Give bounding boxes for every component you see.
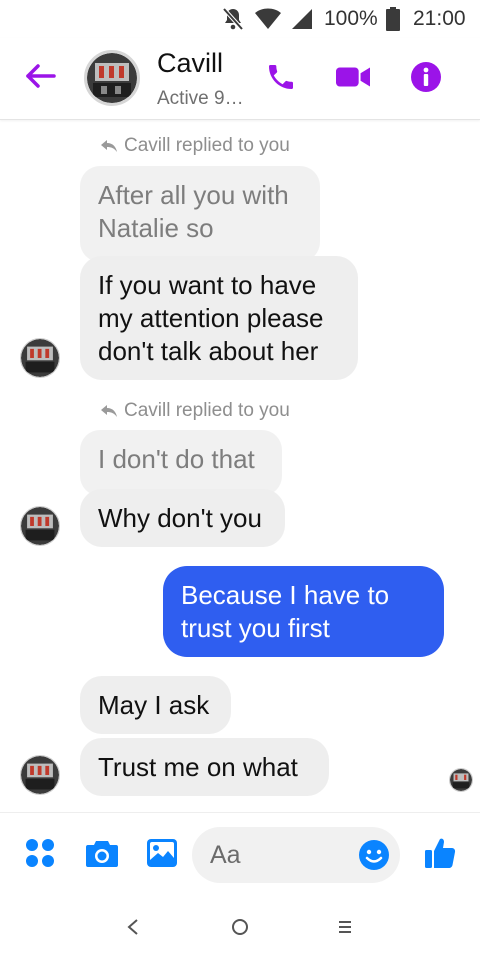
signal-icon (292, 9, 312, 29)
nav-recents-button[interactable] (330, 914, 360, 940)
quoted-message[interactable]: After all you with Natalie so (80, 166, 320, 262)
conversation-info-button[interactable] (409, 60, 443, 94)
like-icon (425, 838, 456, 868)
sender-avatar[interactable] (20, 755, 60, 795)
contact-avatar[interactable] (84, 50, 140, 106)
nav-back-button[interactable] (118, 914, 148, 940)
back-button[interactable] (22, 58, 58, 94)
reply-indicator-text: Cavill replied to you (124, 135, 290, 156)
more-actions-button[interactable] (22, 835, 58, 871)
reply-indicator: Cavill replied to you (100, 400, 290, 422)
reply-indicator: Cavill replied to you (100, 135, 290, 157)
system-navigation-bar (0, 896, 480, 960)
reply-indicator-text: Cavill replied to you (124, 400, 290, 421)
nav-back-icon (127, 919, 138, 935)
incoming-message[interactable]: Trust me on what (80, 738, 329, 796)
outgoing-message[interactable]: Because I have to trust you first (163, 566, 444, 657)
back-arrow-icon (26, 64, 56, 88)
video-icon (336, 67, 370, 87)
status-icons (222, 7, 314, 31)
mute-icon (222, 7, 244, 31)
nav-home-button[interactable] (225, 914, 255, 940)
nav-recents-icon (339, 921, 351, 933)
wifi-icon (255, 8, 281, 29)
nav-home-icon (232, 919, 248, 935)
emoji-icon[interactable] (358, 839, 390, 871)
gallery-button[interactable] (144, 835, 180, 871)
message-input-placeholder: Aa (210, 841, 241, 869)
incoming-message[interactable]: May I ask (80, 676, 231, 734)
camera-button[interactable] (84, 835, 120, 871)
reply-icon (101, 140, 117, 152)
incoming-message[interactable]: If you want to have my attention please … (80, 256, 358, 380)
message-composer: Aa (0, 812, 480, 896)
more-apps-icon (26, 839, 54, 867)
voice-call-button[interactable] (264, 60, 298, 94)
info-icon (411, 62, 441, 92)
contact-active-status: Active 9… (157, 88, 244, 109)
phone-icon (269, 65, 293, 89)
status-bar: 100% 21:00 (0, 0, 480, 38)
conversation-header: Cavill Active 9… (0, 38, 480, 120)
camera-icon (86, 841, 118, 867)
seen-receipt-avatar (449, 768, 473, 792)
battery-percentage: 100% (324, 7, 378, 30)
contact-name[interactable]: Cavill (157, 48, 223, 79)
reply-icon (101, 405, 117, 417)
like-button[interactable] (422, 835, 458, 871)
sender-avatar[interactable] (20, 338, 60, 378)
clock: 21:00 (413, 7, 466, 30)
quoted-message[interactable]: I don't do that (80, 430, 282, 496)
message-input[interactable]: Aa (192, 827, 400, 883)
video-call-button[interactable] (336, 60, 370, 94)
gallery-icon (147, 839, 177, 867)
incoming-message[interactable]: Why don't you (80, 489, 285, 547)
sender-avatar[interactable] (20, 506, 60, 546)
battery-icon (386, 7, 400, 31)
